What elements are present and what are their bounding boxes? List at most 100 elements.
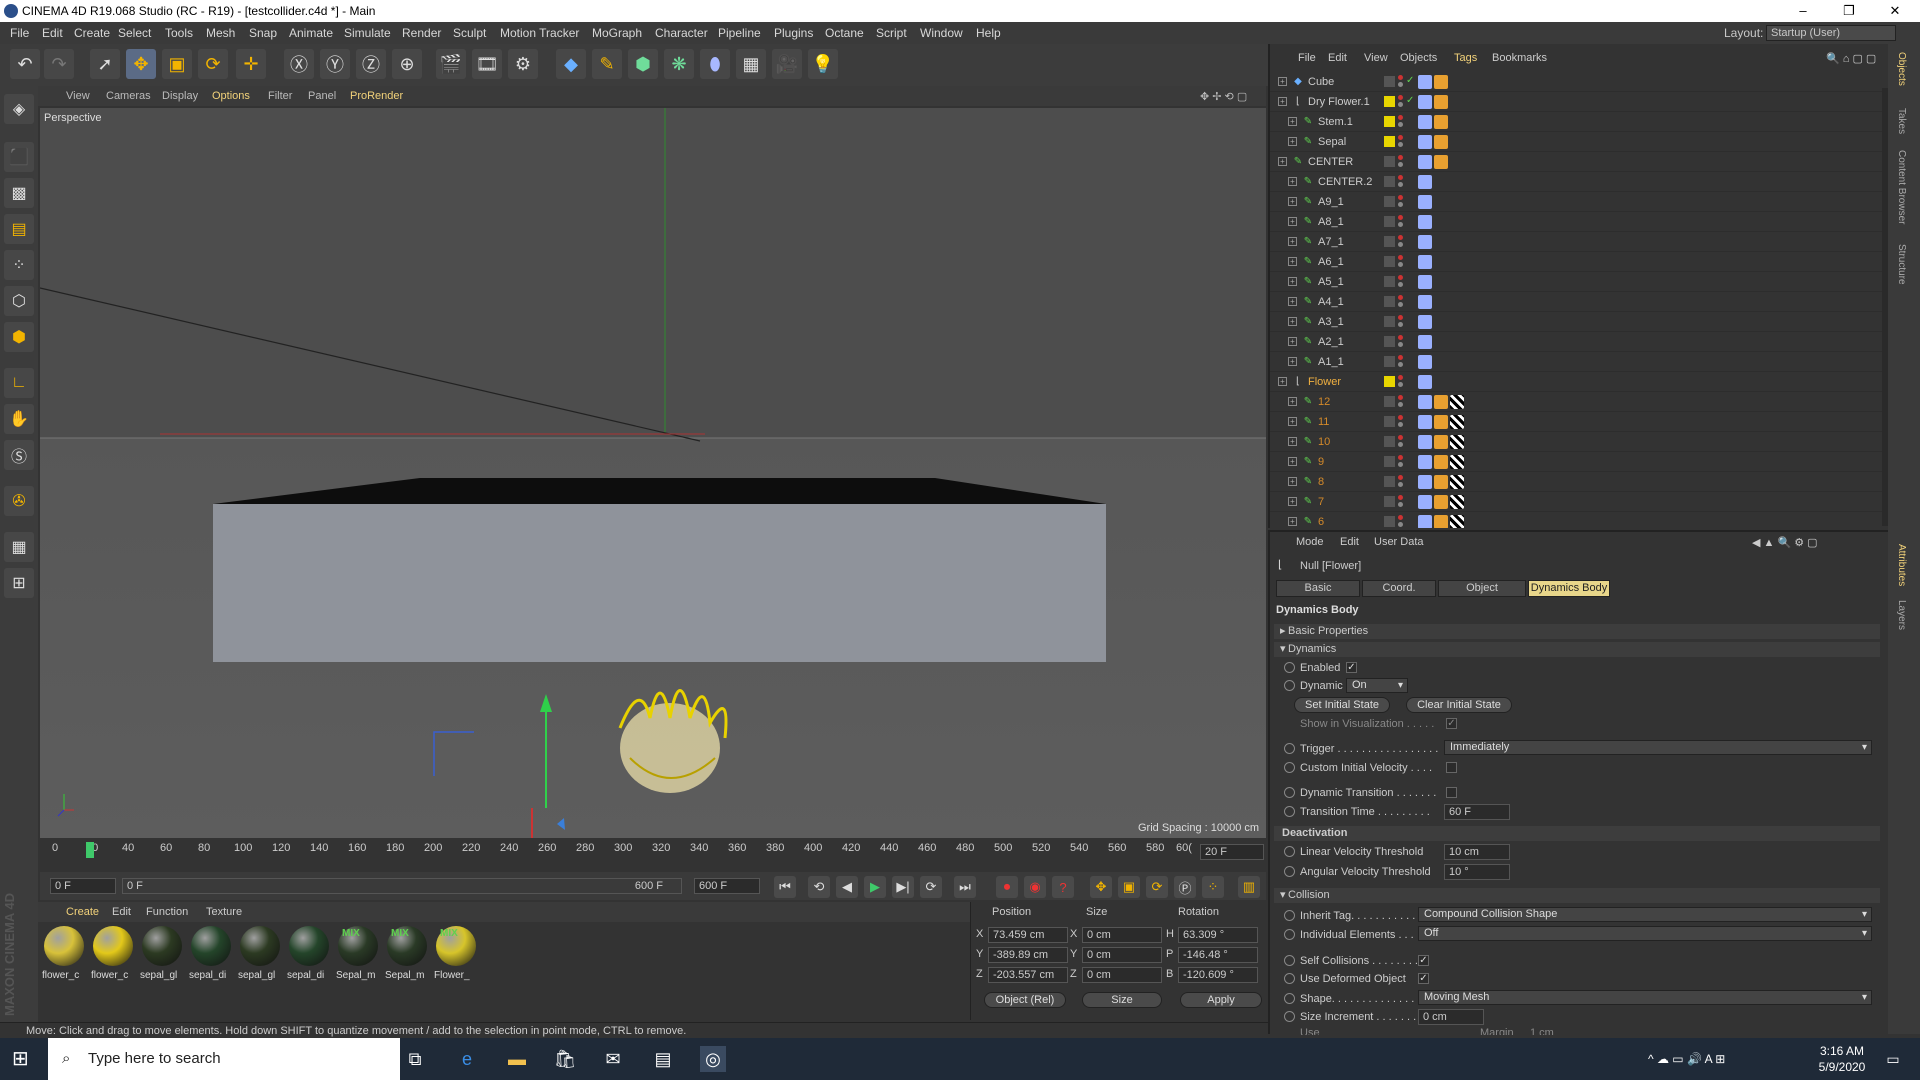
object-tag-icon[interactable] <box>1418 255 1432 269</box>
angular-velocity-field[interactable]: 10 ° <box>1444 864 1510 880</box>
object-tag-icon[interactable] <box>1418 455 1432 469</box>
object-tag-icon[interactable] <box>1450 495 1464 509</box>
go-to-start-icon[interactable]: ⏮ <box>774 876 796 898</box>
key-position-icon[interactable]: ✥ <box>1090 876 1112 898</box>
object-tag-icon[interactable] <box>1434 75 1448 89</box>
layer-color-swatch[interactable] <box>1384 496 1395 507</box>
anim-radio-icon[interactable] <box>1284 929 1295 940</box>
flower-object[interactable] <box>618 689 728 794</box>
menu-animate[interactable]: Animate <box>289 26 333 40</box>
anim-radio-icon[interactable] <box>1284 866 1295 877</box>
expand-toggle-icon[interactable]: + <box>1288 137 1297 146</box>
object-row[interactable]: + ✎ 6 <box>1270 512 1882 528</box>
tab-coord[interactable]: Coord. <box>1362 580 1436 597</box>
custom-velocity-checkbox[interactable] <box>1446 762 1457 773</box>
layer-color-swatch[interactable] <box>1384 116 1395 127</box>
object-tag-icon[interactable] <box>1434 415 1448 429</box>
tab-objects[interactable]: Objects <box>1896 52 1907 86</box>
object-tag-icon[interactable] <box>1434 135 1448 149</box>
object-tag-icon[interactable] <box>1434 95 1448 109</box>
mail-icon[interactable]: ✉ <box>600 1046 626 1072</box>
mat-menu-function[interactable]: Function <box>146 906 188 918</box>
expand-toggle-icon[interactable]: + <box>1278 377 1287 386</box>
expand-toggle-icon[interactable]: + <box>1288 297 1297 306</box>
object-row[interactable]: + ⌊ Dry Flower.1 ✓ <box>1270 92 1882 112</box>
linear-velocity-field[interactable]: 10 cm <box>1444 844 1510 860</box>
tab-attributes[interactable]: Attributes <box>1896 544 1907 586</box>
visibility-dots-icon[interactable] <box>1398 155 1403 160</box>
layer-color-swatch[interactable] <box>1384 396 1395 407</box>
visibility-dots-icon[interactable] <box>1398 215 1403 220</box>
expand-toggle-icon[interactable]: + <box>1288 277 1297 286</box>
anim-radio-icon[interactable] <box>1284 955 1295 966</box>
anim-radio-icon[interactable] <box>1284 1011 1295 1022</box>
timeline-ruler[interactable]: 0 20 40 60 80 100 120 140 160 180 200 22… <box>48 842 1198 860</box>
obj-search-icon[interactable]: 🔍 ⌂ ▢ ▢ <box>1826 52 1876 65</box>
expand-toggle-icon[interactable]: + <box>1288 477 1297 486</box>
attr-menu-mode[interactable]: Mode <box>1296 536 1324 548</box>
timeline-playhead[interactable] <box>86 842 94 858</box>
visibility-dots-icon[interactable] <box>1398 75 1403 80</box>
expand-toggle-icon[interactable]: + <box>1288 517 1297 526</box>
layer-color-swatch[interactable] <box>1384 296 1395 307</box>
layer-color-swatch[interactable] <box>1384 356 1395 367</box>
visibility-dots-icon[interactable] <box>1398 255 1403 260</box>
expand-toggle-icon[interactable]: + <box>1288 417 1297 426</box>
tab-takes[interactable]: Takes <box>1896 108 1907 134</box>
object-row[interactable]: + ✎ A9_1 <box>1270 192 1882 212</box>
clear-initial-state-button[interactable]: Clear Initial State <box>1406 697 1512 713</box>
object-tag-icon[interactable] <box>1418 495 1432 509</box>
expand-toggle-icon[interactable]: + <box>1288 217 1297 226</box>
visibility-dots-icon[interactable] <box>1398 235 1403 240</box>
inherit-tag-select[interactable]: Compound Collision Shape <box>1418 907 1872 922</box>
rotation-field[interactable]: -146.48 ° <box>1178 947 1258 963</box>
object-tag-icon[interactable] <box>1418 295 1432 309</box>
object-tag-icon[interactable] <box>1434 155 1448 169</box>
menu-plugins[interactable]: Plugins <box>774 26 813 40</box>
store-icon[interactable]: 🛍 <box>552 1046 578 1072</box>
menu-simulate[interactable]: Simulate <box>344 26 391 40</box>
tab-basic[interactable]: Basic <box>1276 580 1360 597</box>
visibility-dots-icon[interactable] <box>1398 275 1403 280</box>
move-gizmo-z[interactable] <box>557 818 565 830</box>
object-row[interactable]: + ✎ A6_1 <box>1270 252 1882 272</box>
visibility-dots-icon[interactable] <box>1398 95 1403 100</box>
mat-menu-edit[interactable]: Edit <box>112 906 131 918</box>
group-dynamics[interactable]: Dynamics <box>1274 642 1880 657</box>
group-collision[interactable]: Collision <box>1274 888 1880 903</box>
object-row[interactable]: + ✎ A3_1 <box>1270 312 1882 332</box>
layer-color-swatch[interactable] <box>1384 416 1395 427</box>
expand-toggle-icon[interactable]: + <box>1288 197 1297 206</box>
expand-toggle-icon[interactable]: + <box>1288 117 1297 126</box>
object-tag-icon[interactable] <box>1418 475 1432 489</box>
object-tag-icon[interactable] <box>1434 115 1448 129</box>
layer-color-swatch[interactable] <box>1384 516 1395 527</box>
expand-arrow-icon[interactable]: ▾ <box>1280 888 1286 901</box>
object-row[interactable]: + ✎ CENTER <box>1270 152 1882 172</box>
material-swatch[interactable]: MIX Sepal_m <box>336 926 380 982</box>
object-tag-icon[interactable] <box>1434 455 1448 469</box>
system-tray-icons[interactable]: ^ ☁ ▭ 🔊 A ⊞ <box>1648 1046 1828 1072</box>
tab-structure[interactable]: Structure <box>1896 244 1907 285</box>
material-swatch[interactable]: sepal_di <box>287 926 331 982</box>
layer-color-swatch[interactable] <box>1384 456 1395 467</box>
dynamic-transition-checkbox[interactable] <box>1446 787 1457 798</box>
layer-color-swatch[interactable] <box>1384 76 1395 87</box>
material-swatch[interactable]: MIX Flower_ <box>434 926 478 982</box>
layer-color-swatch[interactable] <box>1384 476 1395 487</box>
anim-radio-icon[interactable] <box>1284 680 1295 691</box>
show-visualization-checkbox[interactable]: ✓ <box>1446 718 1457 729</box>
object-tag-icon[interactable] <box>1418 435 1432 449</box>
individual-elements-select[interactable]: Off <box>1418 926 1872 941</box>
object-row[interactable]: + ✎ 10 <box>1270 432 1882 452</box>
minimize-button[interactable]: – <box>1780 0 1826 22</box>
layer-color-swatch[interactable] <box>1384 436 1395 447</box>
expand-toggle-icon[interactable]: + <box>1288 357 1297 366</box>
edge-browser-icon[interactable]: e <box>454 1046 480 1072</box>
size-increment-field[interactable]: 0 cm <box>1418 1009 1484 1025</box>
layer-color-swatch[interactable] <box>1384 256 1395 267</box>
object-tag-icon[interactable] <box>1418 355 1432 369</box>
start-frame-field[interactable]: 0 F <box>50 878 116 894</box>
attr-menu-user-data[interactable]: User Data <box>1374 536 1424 548</box>
play-forward-icon[interactable]: ▶ <box>864 876 886 898</box>
